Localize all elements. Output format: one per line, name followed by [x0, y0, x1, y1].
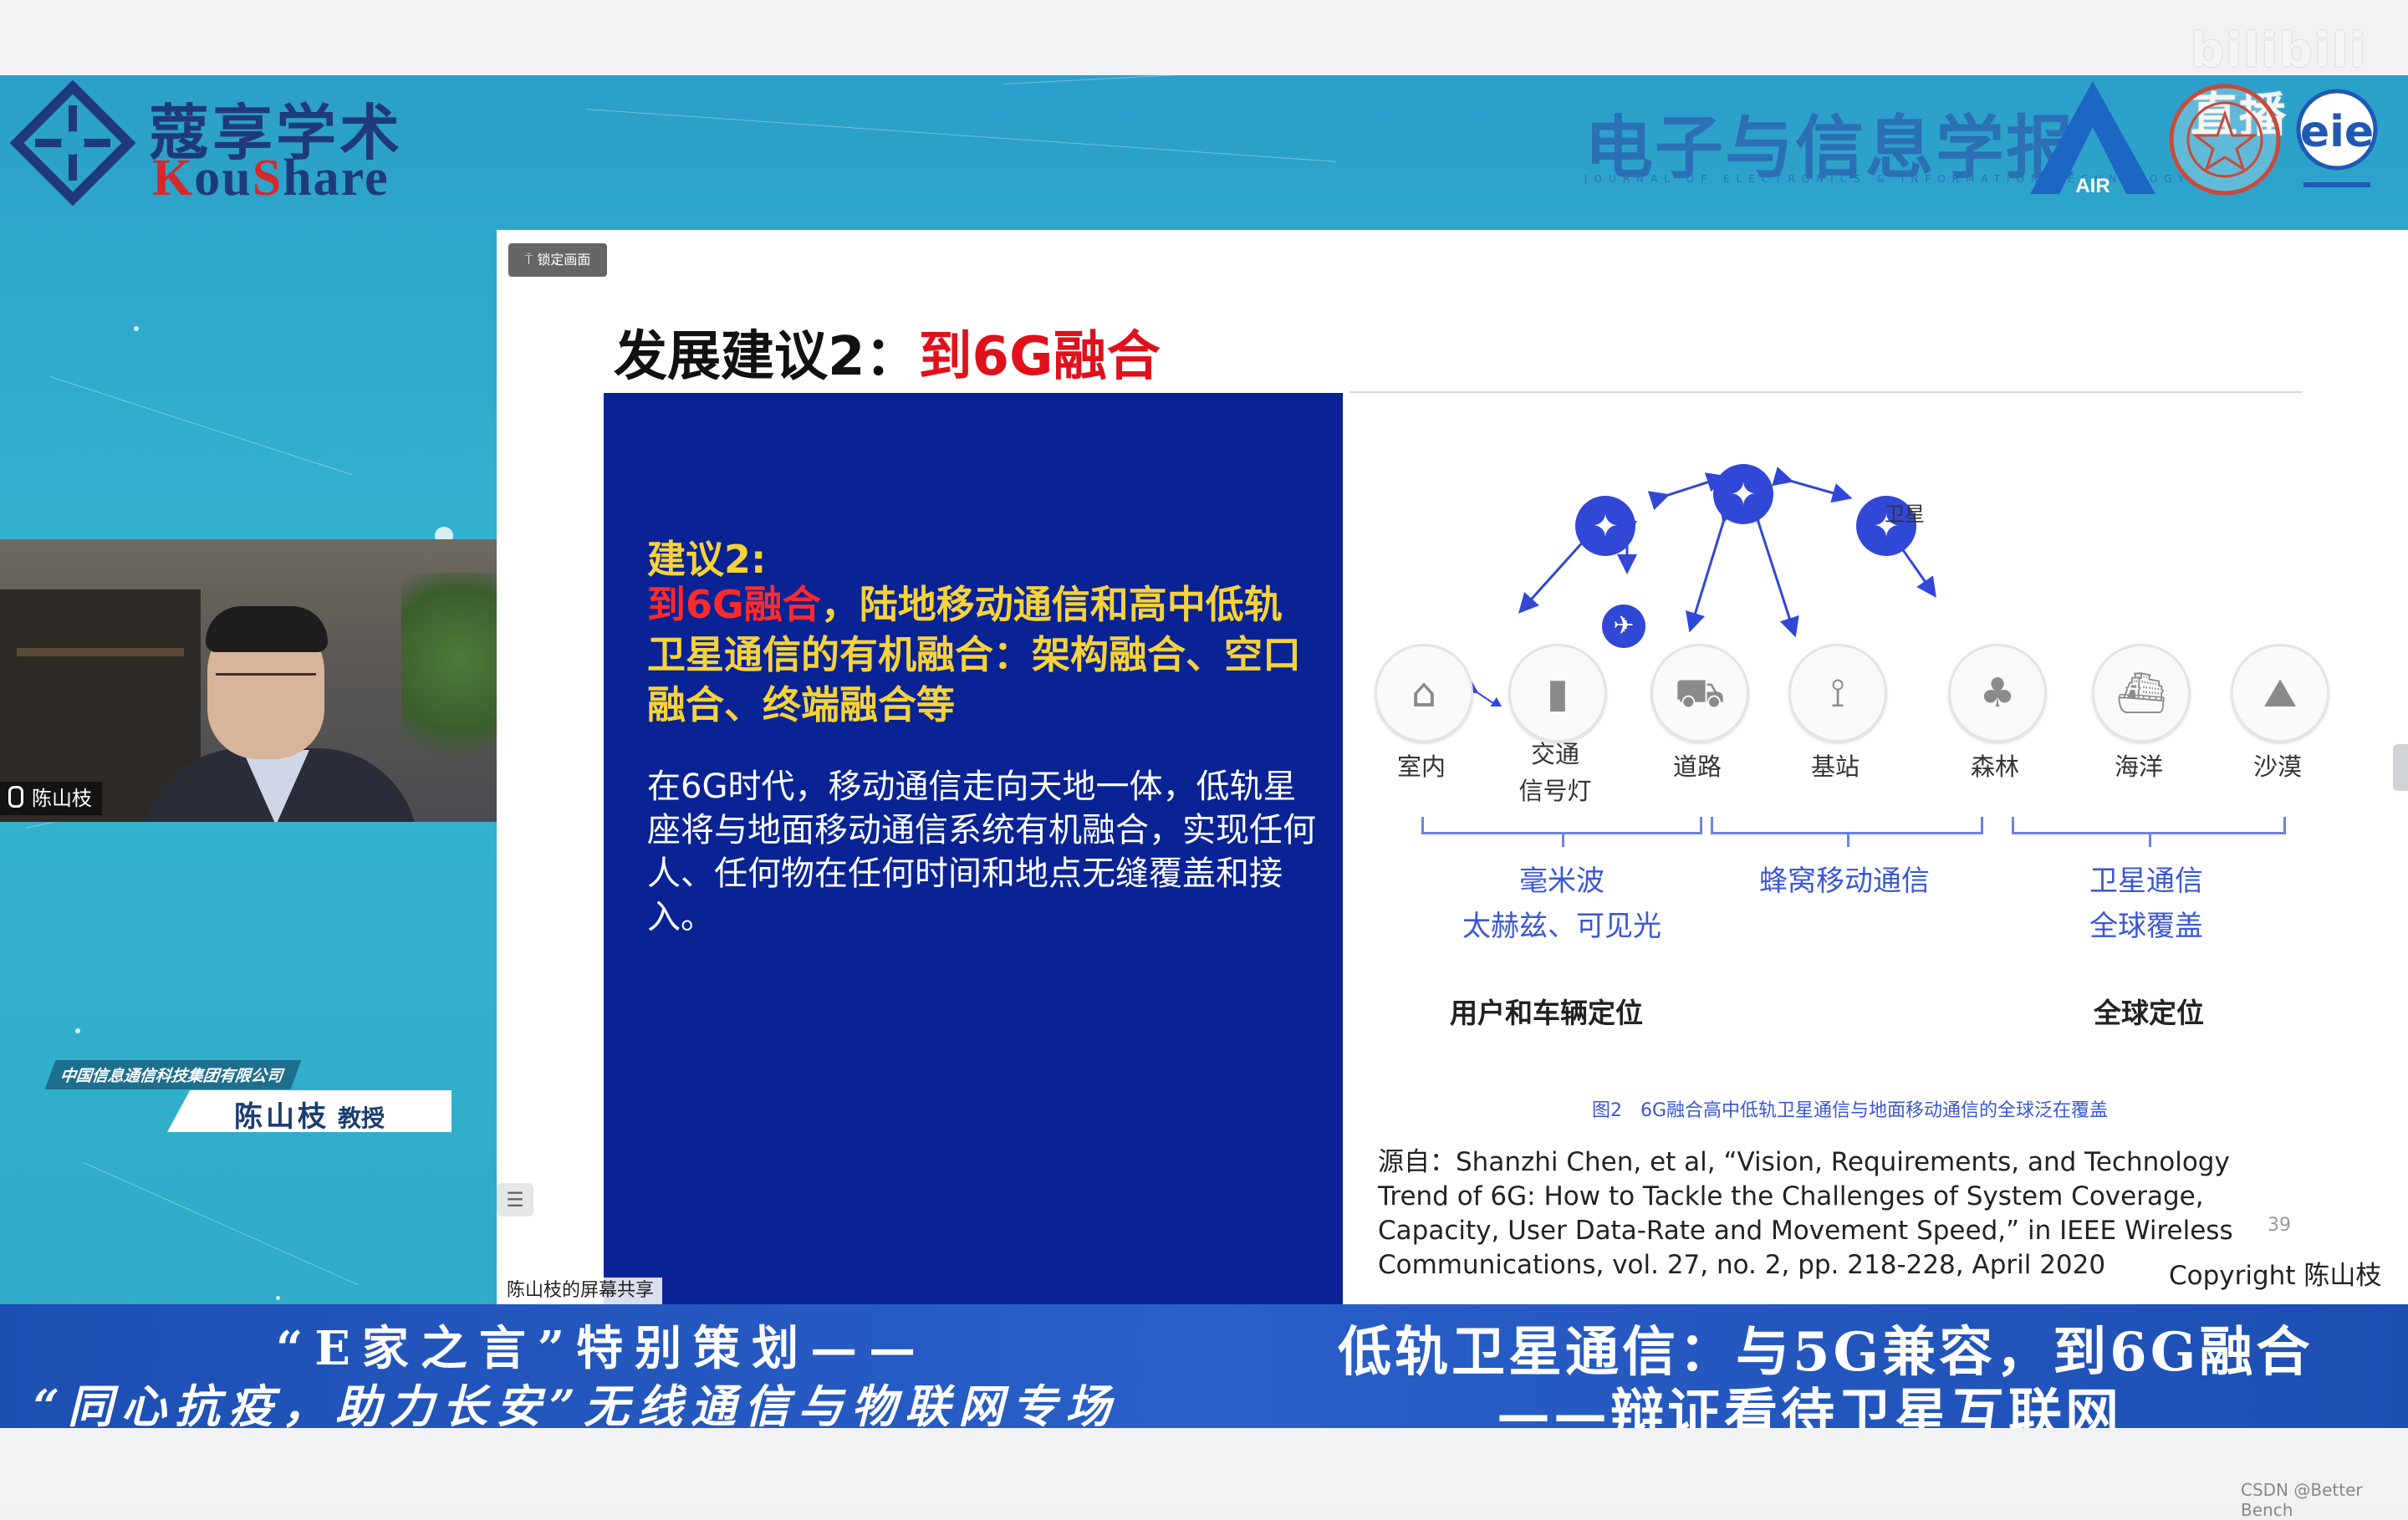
road-car-icon: ⛟	[1650, 644, 1749, 742]
name-tag-name: 陈山枝	[234, 1100, 329, 1134]
page-number: 39	[2268, 1215, 2291, 1236]
positioning-user-vehicle: 用户和车辆定位	[1450, 997, 1643, 1029]
pin-icon: ⍑	[524, 252, 538, 268]
presenter-glasses	[216, 673, 316, 694]
category-ocean: 海洋	[2114, 752, 2163, 781]
koushare-logo-en: KouShare	[152, 150, 390, 207]
koushare-logo-icon	[10, 80, 135, 206]
air-logo-icon: AIR	[2030, 81, 2155, 197]
category-desert: 沙漠	[2252, 752, 2302, 781]
name-tag-title: 教授	[338, 1104, 385, 1132]
eie-logo-icon: eie	[2296, 89, 2378, 187]
svg-text:eie: eie	[2300, 107, 2374, 157]
microphone-icon	[8, 786, 23, 808]
university-seal-icon	[2169, 84, 2281, 196]
top-letterbox	[0, 0, 2408, 75]
category-forest: 森林	[1970, 752, 2019, 781]
desert-icon: ⛰	[2231, 644, 2329, 742]
tech-satellite: 卫星通信 全球覆盖	[2089, 865, 2203, 943]
plant	[401, 573, 497, 790]
lock-view-button[interactable]: ⍑ 锁定画面	[508, 243, 607, 277]
bracket-satellite	[2012, 817, 2286, 847]
satellite-label: 卫星	[1885, 502, 1925, 526]
shelf-board	[17, 648, 184, 656]
source-citation: 源自：Shanzhi Chen, et al, “Vision, Require…	[1378, 1147, 2233, 1280]
copyright: Copyright 陈山枝	[2169, 1261, 2382, 1291]
ocean-ship-icon: ⛴	[2092, 644, 2191, 742]
title-divider	[1349, 391, 2303, 393]
side-expand-handle[interactable]	[2393, 744, 2408, 791]
category-indoor: 室内	[1396, 752, 1446, 781]
footer-credit: CSDN @Better Bench	[2241, 1480, 2363, 1520]
positioning-global: 全球定位	[2094, 997, 2204, 1029]
satellite-icon: ✦	[1575, 496, 1635, 556]
bracket-short-range	[1421, 817, 1702, 847]
name-tag-company: 中国信息通信科技集团有限公司	[44, 1060, 302, 1089]
category-road: 道路	[1672, 752, 1722, 781]
base-station-icon: ⟟	[1788, 644, 1887, 742]
bracket-cellular	[1711, 817, 1983, 847]
figure-caption: 图2 6G融合高中低轨卫星通信与地面移动通信的全球泛在覆盖	[1592, 1100, 2109, 1121]
satellite-icon: ✦	[1713, 464, 1773, 524]
indoor-icon: ⌂	[1375, 644, 1473, 742]
tech-cellular: 蜂窝移动通信	[1759, 865, 1930, 898]
traffic-light-icon: ▮	[1508, 644, 1607, 742]
category-traffic-light: 交通 信号灯	[1518, 740, 1592, 805]
banner-left-line1: “E家之言”特别策划——	[276, 1321, 928, 1376]
banner-left-line2: “同心抗疫，助力长安”无线通信与物联网专场	[33, 1380, 1120, 1433]
category-base-station: 基站	[1810, 752, 1860, 781]
suggestion-label: 建议2:	[647, 537, 767, 582]
screen-share-label: 陈山枝的屏幕共享	[498, 1278, 663, 1304]
slide-title: 发展建议2：到6G融合	[614, 326, 1161, 388]
video-name-label: 陈山枝	[0, 782, 102, 815]
svg-text:AIR: AIR	[2075, 175, 2110, 197]
suggestion-body: 在6G时代，移动通信走向天地一体，低轨星座将与地面移动通信系统有机融合，实现任何…	[647, 768, 1316, 936]
presenter-hair	[206, 606, 328, 652]
forest-icon: ♣	[1948, 644, 2047, 742]
suggestion-heading: 到6G融合，陆地移动通信和高中低轨卫星通信的有机融合：架构融合、空口融合、终端融…	[647, 582, 1301, 727]
shared-slide: ⍑ 锁定画面 发展建议2：到6G融合 建议2: 到6G融合，陆地移动通信和高中低…	[497, 230, 2408, 1304]
bottom-letterbox	[0, 1428, 2408, 1505]
airplane-icon: ✈	[1602, 604, 1645, 648]
presenter-video[interactable]: 陈山枝	[0, 539, 497, 822]
tech-mmwave: 毫米波 太赫兹、可见光	[1462, 865, 1661, 943]
list-menu-icon[interactable]: ☰	[497, 1183, 533, 1217]
